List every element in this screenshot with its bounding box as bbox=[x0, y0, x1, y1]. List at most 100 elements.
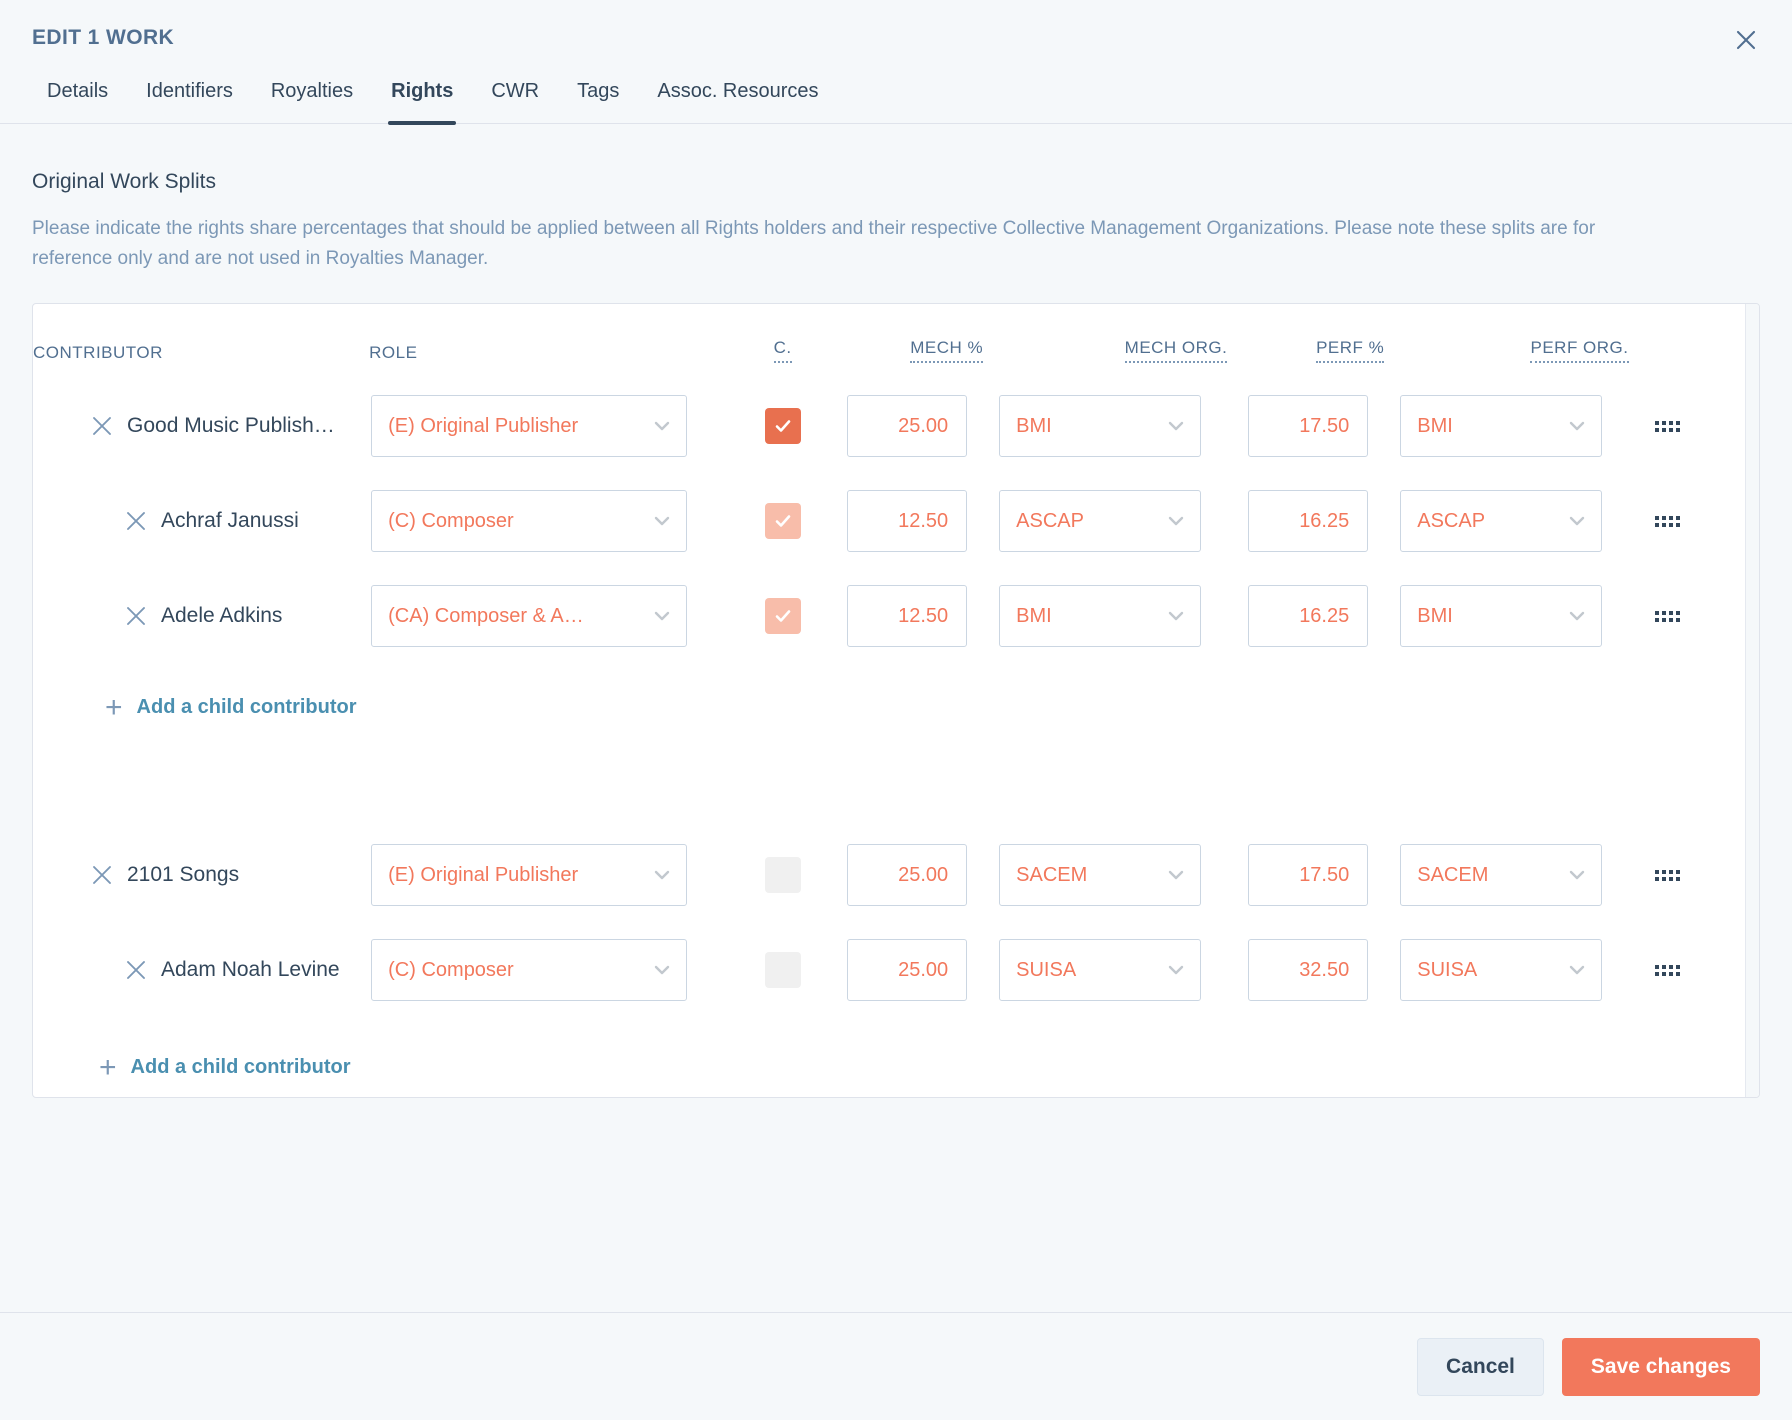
role-select[interactable]: (E) Original Publisher bbox=[371, 395, 688, 458]
dropdown-caret[interactable] bbox=[1166, 606, 1200, 626]
column-header-mech-pct: MECH % bbox=[826, 304, 984, 379]
add-child-row: + Add a child contributor bbox=[33, 1018, 1707, 1097]
table-row: Achraf Janussi (C) Composer 12.50 ASCAP 16.2… bbox=[33, 474, 1707, 569]
contributor-name: Achraf Janussi bbox=[161, 509, 299, 533]
contributor-name: Adam Noah Levine bbox=[161, 958, 340, 982]
dropdown-caret[interactable] bbox=[652, 511, 686, 531]
perf-percent-input[interactable]: 16.25 bbox=[1248, 585, 1369, 648]
role-select[interactable]: (C) Composer bbox=[371, 939, 688, 1002]
column-header-mech-org: MECH ORG. bbox=[983, 304, 1228, 379]
remove-icon[interactable] bbox=[125, 605, 147, 627]
remove-icon[interactable] bbox=[125, 510, 147, 532]
dropdown-caret[interactable] bbox=[1567, 416, 1601, 436]
mech-percent-input[interactable]: 25.00 bbox=[847, 939, 968, 1002]
controlled-checkbox[interactable] bbox=[764, 503, 801, 540]
mech-percent-input[interactable]: 25.00 bbox=[847, 395, 968, 458]
mech-org-select[interactable]: SUISA bbox=[999, 939, 1202, 1002]
chevron-down-icon bbox=[1168, 966, 1184, 975]
drag-handle-icon[interactable] bbox=[1629, 420, 1708, 432]
dropdown-caret[interactable] bbox=[1567, 511, 1601, 531]
perf-org-select[interactable]: SACEM bbox=[1400, 844, 1603, 907]
cancel-button[interactable]: Cancel bbox=[1417, 1337, 1544, 1396]
close-icon[interactable] bbox=[1726, 20, 1766, 60]
perf-org-select[interactable]: BMI bbox=[1400, 585, 1603, 648]
controlled-checkbox[interactable] bbox=[764, 408, 801, 445]
contributor-cell: 2101 Songs bbox=[33, 863, 369, 887]
controlled-checkbox[interactable] bbox=[764, 952, 801, 989]
mech-org-select[interactable]: SACEM bbox=[999, 844, 1202, 907]
vertical-scrollbar[interactable] bbox=[1745, 303, 1759, 1097]
splits-card: CONTRIBUTOR ROLE C. MECH % MECH ORG. PER… bbox=[32, 302, 1760, 1098]
remove-icon[interactable] bbox=[91, 864, 113, 886]
mech-org-select[interactable]: BMI bbox=[999, 585, 1202, 648]
role-select[interactable]: (CA) Composer & A… bbox=[371, 585, 688, 648]
remove-contributor-button[interactable] bbox=[91, 415, 113, 437]
remove-contributor-button[interactable] bbox=[125, 959, 147, 981]
role-select[interactable]: (C) Composer bbox=[371, 490, 688, 553]
mech-percent-input[interactable]: 12.50 bbox=[847, 585, 968, 648]
plus-icon: + bbox=[105, 691, 123, 725]
mech-percent-input[interactable]: 25.00 bbox=[847, 844, 968, 907]
splits-scroll-region[interactable]: CONTRIBUTOR ROLE C. MECH % MECH ORG. PER… bbox=[33, 304, 1759, 1097]
drag-handle-icon[interactable] bbox=[1629, 610, 1708, 622]
column-header-perf-org: PERF ORG. bbox=[1384, 304, 1629, 379]
remove-icon[interactable] bbox=[91, 415, 113, 437]
remove-icon[interactable] bbox=[125, 959, 147, 981]
dropdown-caret[interactable] bbox=[652, 960, 686, 980]
controlled-checkbox[interactable] bbox=[764, 857, 801, 894]
role-select[interactable]: (E) Original Publisher bbox=[371, 844, 688, 907]
controlled-checkbox[interactable] bbox=[764, 598, 801, 635]
perf-org-select-value: BMI bbox=[1417, 604, 1453, 627]
perf-percent-input[interactable]: 17.50 bbox=[1248, 395, 1369, 458]
add-child-contributor-link[interactable]: + Add a child contributor bbox=[33, 1053, 1707, 1083]
tab-royalties[interactable]: Royalties bbox=[252, 74, 372, 123]
contributor-cell: Good Music Publish… bbox=[33, 414, 369, 438]
dropdown-caret[interactable] bbox=[1166, 865, 1200, 885]
mech-org-select[interactable]: BMI bbox=[999, 395, 1202, 458]
remove-contributor-button[interactable] bbox=[125, 510, 147, 532]
dropdown-caret[interactable] bbox=[652, 416, 686, 436]
tab-rights[interactable]: Rights bbox=[372, 74, 472, 125]
splits-table: CONTRIBUTOR ROLE C. MECH % MECH ORG. PER… bbox=[33, 304, 1707, 1097]
role-select-value: (E) Original Publisher bbox=[388, 414, 579, 437]
dropdown-caret[interactable] bbox=[652, 865, 686, 885]
drag-handle-icon[interactable] bbox=[1629, 515, 1708, 527]
perf-percent-input[interactable]: 17.50 bbox=[1248, 844, 1369, 907]
tab-details[interactable]: Details bbox=[32, 74, 127, 123]
dropdown-caret[interactable] bbox=[1166, 416, 1200, 436]
dropdown-caret[interactable] bbox=[1567, 865, 1601, 885]
close-glyph bbox=[1736, 30, 1756, 50]
chevron-down-icon bbox=[1168, 517, 1184, 526]
tab-identifiers[interactable]: Identifiers bbox=[127, 74, 252, 123]
column-header-contributor: CONTRIBUTOR bbox=[33, 342, 163, 362]
drag-handle-icon[interactable] bbox=[1629, 964, 1708, 976]
drag-handle-icon[interactable] bbox=[1629, 869, 1708, 881]
check-icon bbox=[775, 420, 790, 433]
perf-percent-input[interactable]: 32.50 bbox=[1248, 939, 1369, 1002]
remove-contributor-button[interactable] bbox=[125, 605, 147, 627]
dropdown-caret[interactable] bbox=[1166, 960, 1200, 980]
remove-contributor-button[interactable] bbox=[91, 864, 113, 886]
drag-dots bbox=[1655, 869, 1681, 881]
perf-org-select[interactable]: SUISA bbox=[1400, 939, 1603, 1002]
tab-cwr[interactable]: CWR bbox=[472, 74, 558, 123]
add-child-contributor-link[interactable]: + Add a child contributor bbox=[33, 691, 1707, 725]
mech-org-select[interactable]: ASCAP bbox=[999, 490, 1202, 553]
contributor-name: Good Music Publish… bbox=[127, 414, 335, 438]
mech-org-select-value: BMI bbox=[1016, 604, 1052, 627]
save-changes-button[interactable]: Save changes bbox=[1561, 1337, 1760, 1396]
drag-dots bbox=[1655, 964, 1681, 976]
contributor-cell: Adele Adkins bbox=[33, 604, 369, 628]
dropdown-caret[interactable] bbox=[1166, 511, 1200, 531]
perf-org-select[interactable]: BMI bbox=[1400, 395, 1603, 458]
tab-assoc-resources[interactable]: Assoc. Resources bbox=[638, 74, 837, 123]
dropdown-caret[interactable] bbox=[1567, 960, 1601, 980]
add-child-contributor-label: Add a child contributor bbox=[130, 1056, 351, 1079]
mech-percent-input[interactable]: 12.50 bbox=[847, 490, 968, 553]
perf-org-select[interactable]: ASCAP bbox=[1400, 490, 1603, 553]
dropdown-caret[interactable] bbox=[1567, 606, 1601, 626]
header-row: CONTRIBUTOR ROLE C. MECH % MECH ORG. PER… bbox=[33, 304, 1707, 379]
tab-tags[interactable]: Tags bbox=[558, 74, 638, 123]
perf-percent-input[interactable]: 16.25 bbox=[1248, 490, 1369, 553]
dropdown-caret[interactable] bbox=[652, 606, 686, 626]
